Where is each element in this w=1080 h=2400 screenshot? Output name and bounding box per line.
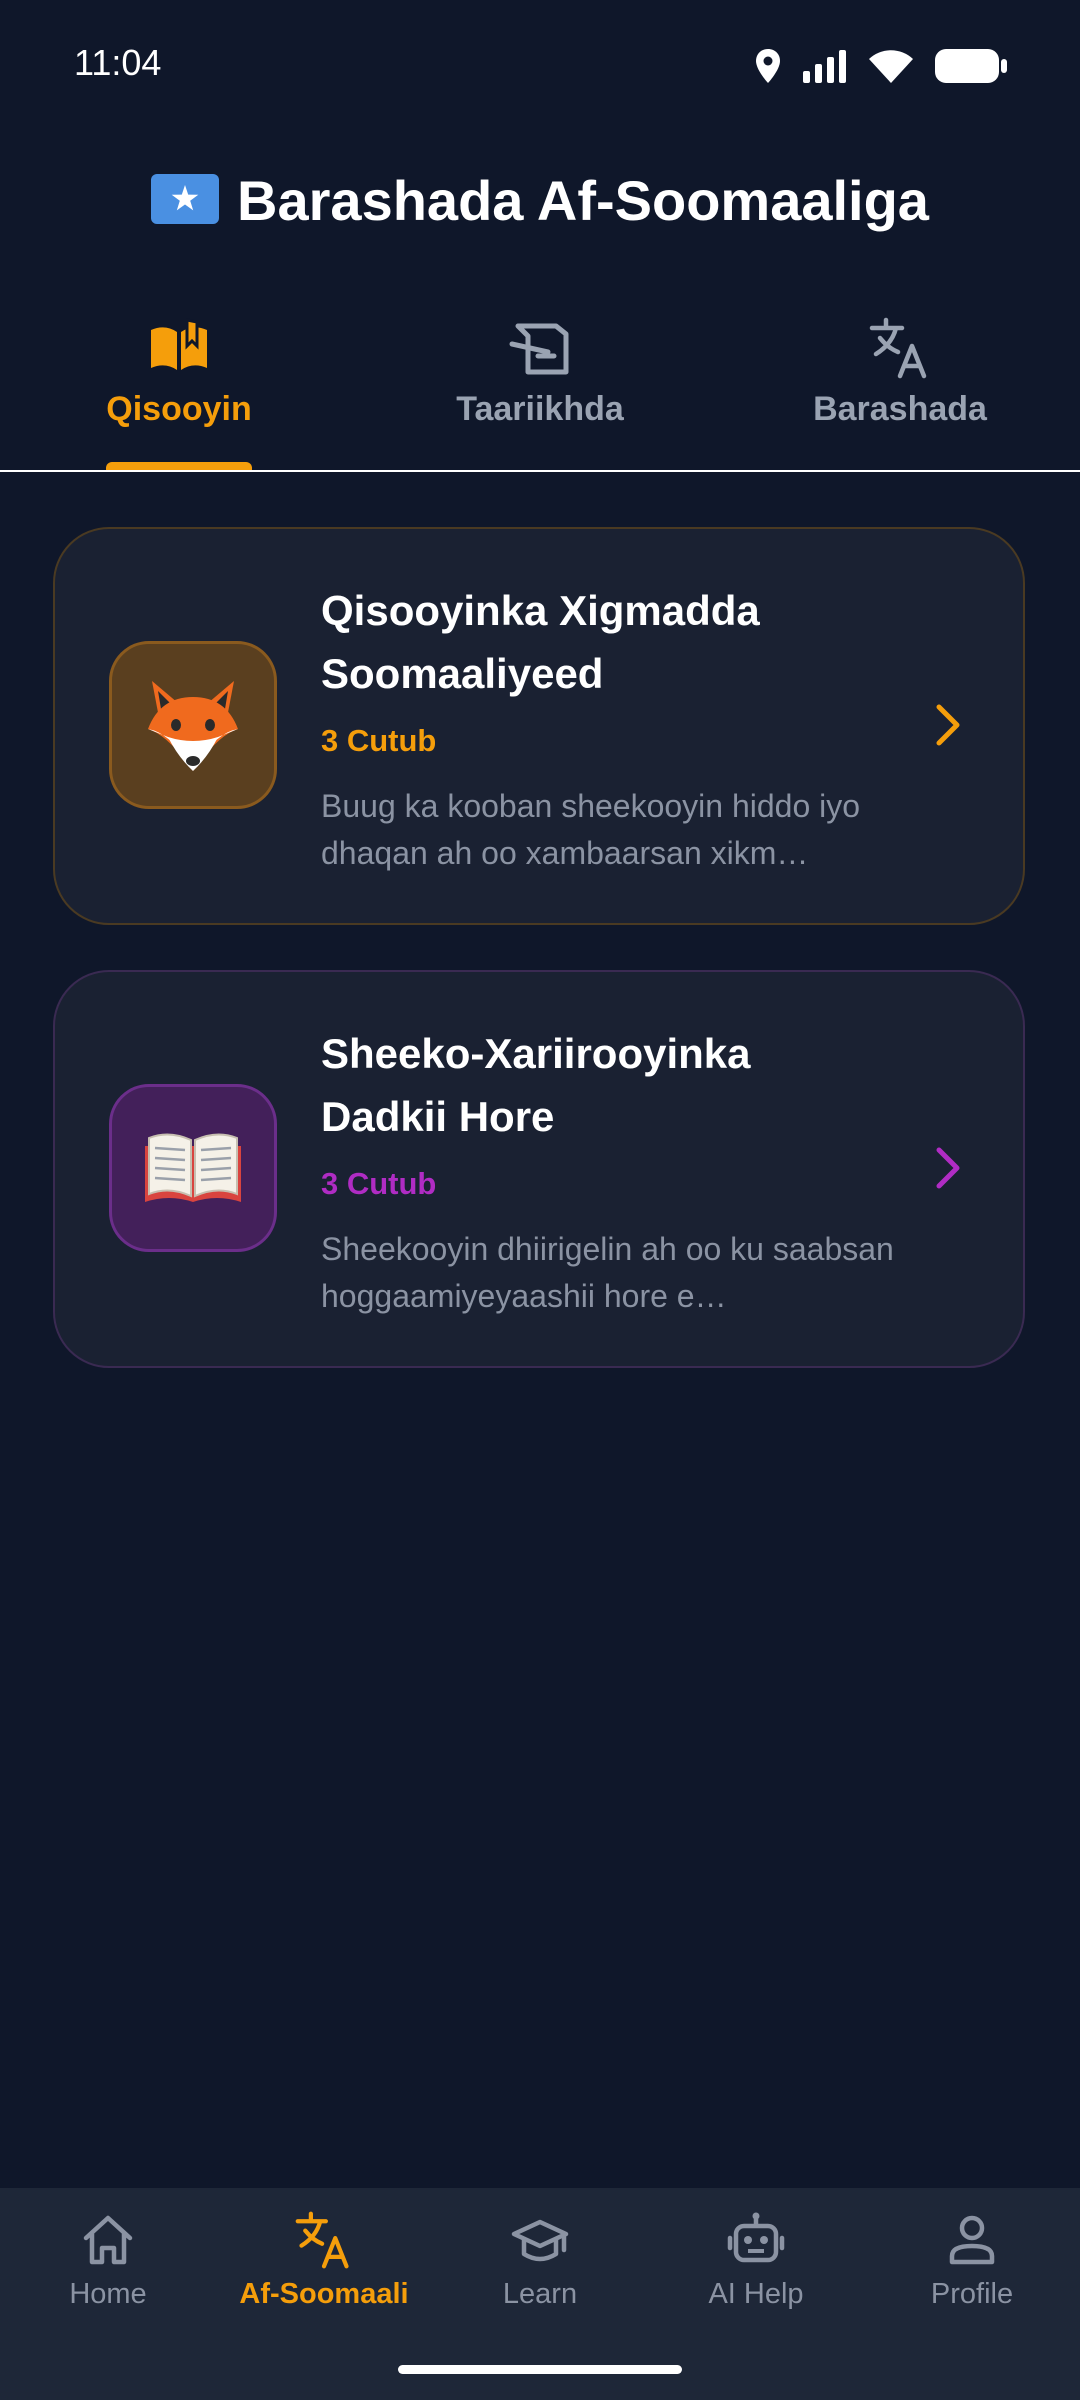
- person-icon: [949, 2215, 995, 2265]
- card-title: Sheeko-Xariirooyinka Dadkii Hore: [321, 1030, 751, 1140]
- translate-icon: [869, 317, 927, 379]
- nav-profile[interactable]: Profile: [864, 2188, 1080, 2338]
- status-time: 11:04: [74, 42, 162, 83]
- chevron-right-icon: [936, 1147, 960, 1189]
- somalia-flag-icon: [151, 174, 220, 225]
- tab-label: Qisooyin: [106, 390, 252, 428]
- status-icons: [754, 44, 1008, 88]
- translate-icon: [295, 2211, 349, 2269]
- signal-icon: [803, 50, 846, 83]
- tab-bar: Qisooyin Taariikhda Barashada: [0, 300, 1080, 470]
- open-book-icon: [151, 318, 207, 370]
- battery-icon: [935, 49, 1007, 83]
- graduation-cap-icon: [511, 2219, 569, 2262]
- nav-label: Home: [69, 2278, 147, 2310]
- chapter-count: 3 Cutub: [321, 1166, 437, 1201]
- card-icon-box: [109, 1084, 277, 1252]
- card-description: Buug ka kooban sheekooyin hiddo iyo dhaq…: [321, 788, 861, 871]
- fox-icon: [148, 681, 238, 771]
- nav-label: Profile: [930, 2278, 1014, 2310]
- history-scroll-icon: [509, 323, 569, 375]
- nav-label: Af-Soomaali: [239, 2278, 409, 2310]
- tab-divider: [0, 470, 1080, 472]
- tab-qisooyin[interactable]: Qisooyin: [29, 300, 329, 470]
- chapter-count: 3 Cutub: [321, 723, 437, 758]
- home-indicator[interactable]: [398, 2365, 682, 2374]
- chevron-right-icon: [936, 704, 960, 746]
- tab-label: Barashada: [813, 390, 987, 428]
- wifi-icon: [869, 50, 913, 83]
- nav-ai-help[interactable]: AI Help: [648, 2188, 864, 2338]
- card-icon-box: [109, 641, 277, 809]
- app-title-text: Barashada Af-Soomaaliga: [237, 169, 929, 232]
- story-card[interactable]: Qisooyinka Xigmadda Soomaaliyeed 3 Cutub…: [53, 527, 1025, 925]
- tab-taariikhda[interactable]: Taariikhda: [390, 300, 690, 470]
- open-book-icon: [145, 1133, 241, 1202]
- nav-label: Learn: [502, 2278, 578, 2310]
- nav-home[interactable]: Home: [0, 2188, 216, 2338]
- nav-af-soomaali[interactable]: Af-Soomaali: [216, 2188, 432, 2338]
- nav-learn[interactable]: Learn: [432, 2188, 648, 2338]
- tab-barashada[interactable]: Barashada: [750, 300, 1050, 470]
- home-icon: [83, 2215, 133, 2265]
- page-title: Barashada Af-Soomaaliga: [0, 168, 1080, 233]
- robot-icon: [727, 2212, 785, 2263]
- tab-label: Taariikhda: [456, 390, 624, 428]
- location-icon: [756, 49, 780, 83]
- status-bar: 11:04: [0, 0, 1080, 130]
- card-description: Sheekooyin dhiirigelin ah oo ku saabsan …: [321, 1231, 894, 1314]
- card-title: Qisooyinka Xigmadda Soomaaliyeed: [321, 587, 760, 697]
- nav-label: AI Help: [708, 2278, 804, 2310]
- story-card[interactable]: Sheeko-Xariirooyinka Dadkii Hore 3 Cutub…: [53, 970, 1025, 1368]
